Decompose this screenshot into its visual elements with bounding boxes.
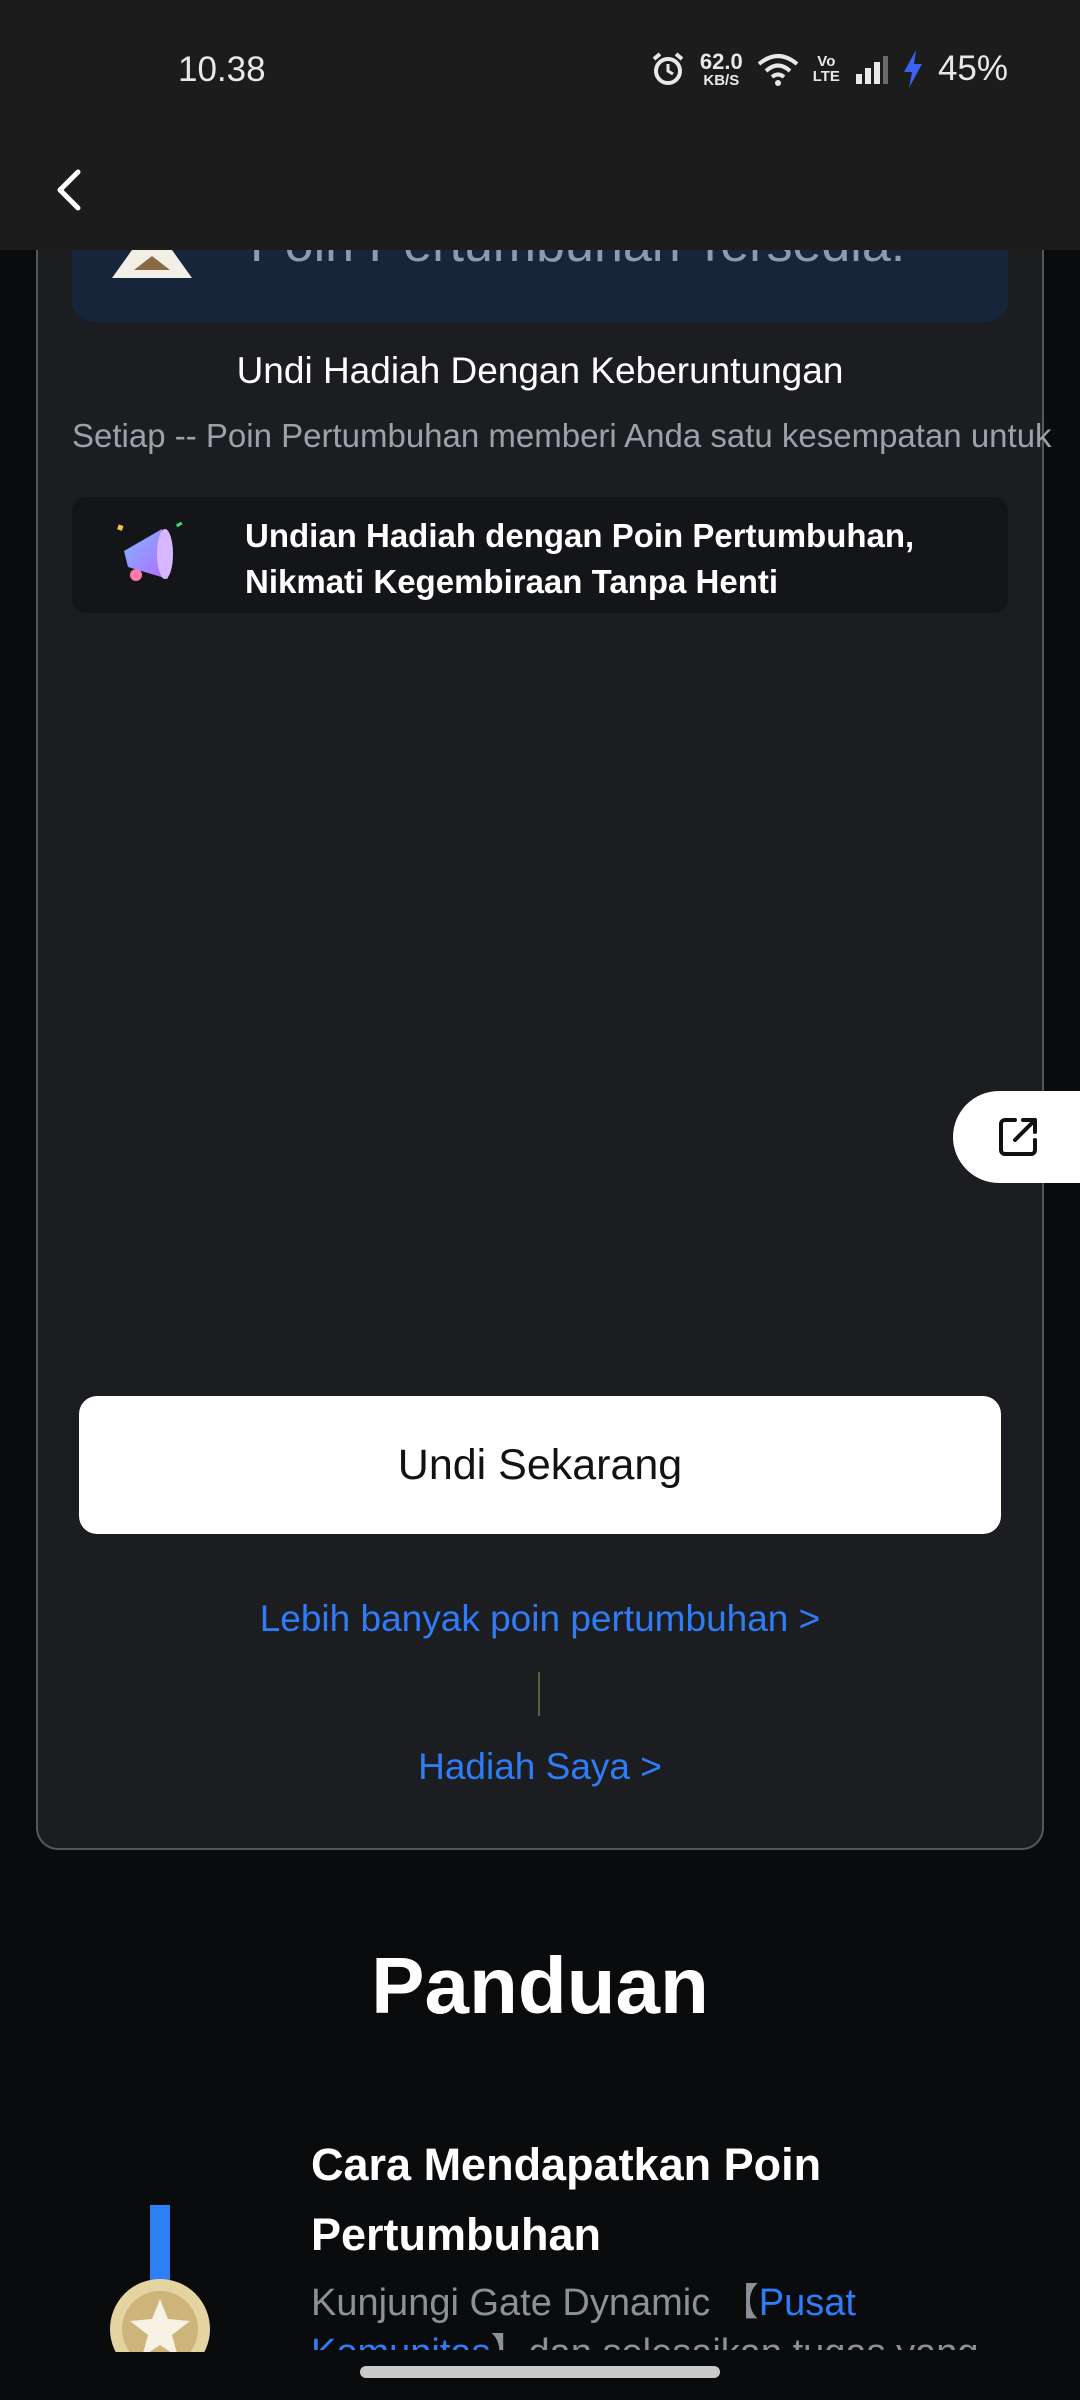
volte-bottom-text: LTE <box>812 68 840 85</box>
megaphone-icon <box>117 521 183 581</box>
back-button[interactable] <box>40 158 104 222</box>
charging-icon <box>903 50 922 88</box>
medal-icon <box>110 2205 210 2365</box>
lucky-draw-title: Undi Hadiah Dengan Keberuntungan <box>236 350 844 391</box>
network-speed-unit: KB/S <box>703 71 740 89</box>
status-icons: 62.0 KB/S Vo LTE 45% <box>650 46 1008 92</box>
signal-icon <box>855 56 888 84</box>
promo-banner: Undian Hadiah dengan Poin Pertumbuhan, N… <box>72 497 1008 613</box>
network-speed-value: 62.0 <box>699 48 743 74</box>
more-growth-points-link[interactable]: Lebih banyak poin pertumbuhan > <box>36 1598 1044 1640</box>
status-time: 10.38 <box>178 50 266 89</box>
chevron-left-icon <box>57 169 81 211</box>
share-button[interactable] <box>953 1091 1080 1183</box>
guide-item-title: Cara Mendapatkan Poin Pertumbuhan <box>311 2139 822 2260</box>
draw-now-button[interactable]: Undi Sekarang <box>79 1396 1001 1534</box>
guide-desc-text: Kunjungi Gate Dynamic 【 <box>311 2282 759 2324</box>
lucky-draw-description: Setiap -- Poin Pertumbuhan memberi Anda … <box>72 417 1052 454</box>
app-screen: Poin Pertumbuhan Tersedia: -- Undi Hadia… <box>0 0 1080 2400</box>
scroll-content[interactable]: Poin Pertumbuhan Tersedia: -- Undi Hadia… <box>0 0 1080 2400</box>
my-prizes-link[interactable]: Hadiah Saya > <box>36 1746 1044 1788</box>
battery-percentage: 45% <box>937 49 1008 88</box>
wifi-icon <box>757 54 799 86</box>
home-indicator[interactable] <box>360 2366 720 2378</box>
network-speed: 62.0 KB/S <box>699 48 743 89</box>
alarm-icon <box>652 52 684 85</box>
status-bar: 10.38 62.0 KB/S Vo LTE 45% <box>0 0 1080 140</box>
promo-text: Undian Hadiah dengan Poin Pertumbuhan, N… <box>245 517 915 600</box>
top-nav <box>0 140 1080 250</box>
volte-indicator: Vo LTE <box>813 54 840 84</box>
guide-desc-text-end: 】dan selesaikan tugas yang <box>491 2332 979 2350</box>
guide-title: Panduan <box>371 1941 709 2030</box>
volte-top-text: Vo <box>817 53 836 70</box>
link-divider <box>538 1672 540 1716</box>
share-external-icon <box>999 1118 1037 1156</box>
guide-item-description: Kunjungi Gate Dynamic 【Pusat Komunitas】d… <box>311 2278 1051 2350</box>
